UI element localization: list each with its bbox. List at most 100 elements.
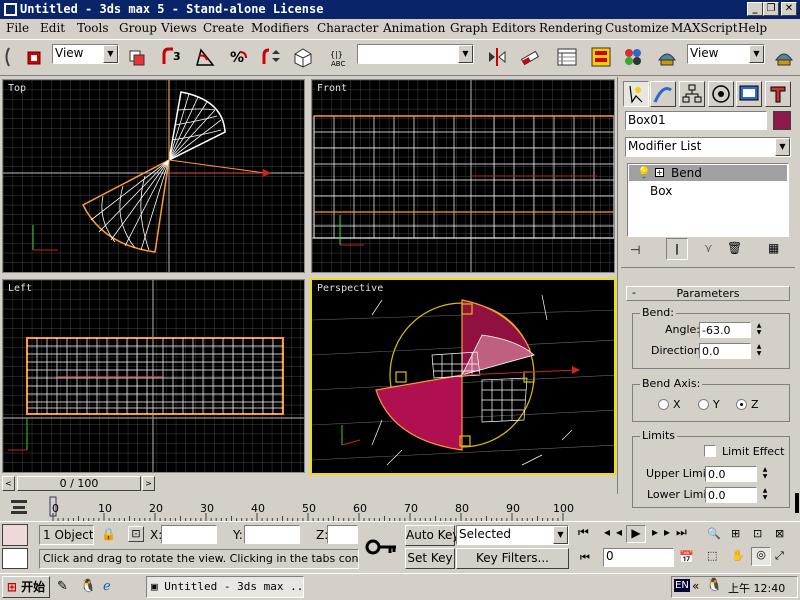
viewport-perspective[interactable]: Perspective bbox=[310, 278, 616, 475]
viewport-label-left[interactable]: Left bbox=[8, 283, 32, 294]
direction-input[interactable]: 0.0 bbox=[699, 343, 751, 359]
render-type-dropdown[interactable]: View ▼ bbox=[687, 44, 765, 64]
timeline-ruler[interactable] bbox=[46, 493, 616, 521]
chevron-down-icon[interactable]: ▼ bbox=[103, 45, 118, 63]
menu-help[interactable]: Help bbox=[738, 19, 767, 38]
spinner-snap-icon[interactable] bbox=[258, 44, 282, 70]
menu-views[interactable]: Views bbox=[161, 19, 197, 38]
minimize-button[interactable]: _ bbox=[747, 2, 763, 16]
axis-z-radio[interactable] bbox=[736, 399, 747, 410]
angle-input[interactable]: -63.0 bbox=[699, 322, 751, 338]
viewport-label-perspective[interactable]: Perspective bbox=[317, 283, 383, 294]
menu-rendering[interactable]: Rendering bbox=[539, 19, 603, 38]
quick-launch-icon[interactable]: ✎ bbox=[57, 579, 68, 594]
angle-snap-icon[interactable] bbox=[193, 44, 217, 70]
curve-editor-icon[interactable] bbox=[9, 496, 29, 516]
menu-file[interactable]: File bbox=[6, 19, 29, 38]
lightbulb-icon[interactable]: 💡 bbox=[637, 166, 651, 179]
lower-limit-spinner[interactable]: ▲ ▼ bbox=[760, 487, 770, 503]
key-mode-toggle-icon[interactable]: ⏮ bbox=[580, 551, 590, 565]
show-end-result-icon[interactable]: | bbox=[666, 238, 688, 260]
region-zoom-icon[interactable]: ⬚ bbox=[707, 549, 717, 562]
axis-x-radio[interactable] bbox=[658, 399, 669, 410]
key-mode-dropdown[interactable]: Selected ▼ bbox=[456, 525, 569, 545]
chevron-down-icon[interactable]: ▼ bbox=[775, 138, 790, 156]
ref-coord-dropdown[interactable]: View ▼ bbox=[52, 44, 119, 64]
viewport-label-front[interactable]: Front bbox=[317, 83, 347, 94]
remove-modifier-icon[interactable]: 🗑 bbox=[727, 241, 742, 255]
direction-spinner[interactable]: ▲ ▼ bbox=[754, 343, 764, 359]
x-coord-field[interactable] bbox=[161, 525, 217, 544]
snap-3d-icon[interactable]: 3 bbox=[160, 44, 184, 70]
current-frame-field[interactable]: 0 bbox=[603, 548, 674, 567]
viewport-label-top[interactable]: Top bbox=[8, 83, 26, 94]
lower-limit-input[interactable]: 0.0 bbox=[705, 487, 757, 503]
create-tab[interactable] bbox=[623, 81, 649, 107]
limit-effect-checkbox[interactable] bbox=[704, 445, 716, 457]
modifier-list-dropdown[interactable]: Modifier List ▼ bbox=[625, 137, 791, 157]
y-coord-field[interactable] bbox=[244, 525, 300, 544]
zoom-extents-all-icon[interactable]: ⊠ bbox=[775, 527, 784, 540]
arc-rotate-icon[interactable]: ◎ bbox=[751, 547, 771, 566]
absolute-mode-icon[interactable]: ⊡ bbox=[128, 526, 144, 542]
auto-key-button[interactable]: Auto Key bbox=[405, 525, 459, 546]
named-selection-icon[interactable] bbox=[291, 44, 315, 70]
zoom-icon[interactable]: 🔍 bbox=[707, 527, 721, 540]
upper-limit-input[interactable]: 0.0 bbox=[705, 466, 757, 482]
app-icon[interactable] bbox=[3, 2, 18, 17]
motion-tab[interactable] bbox=[708, 81, 734, 107]
menu-create[interactable]: Create bbox=[203, 19, 244, 38]
render-scene-icon[interactable] bbox=[655, 44, 679, 70]
restore-button[interactable]: ❐ bbox=[763, 2, 779, 16]
menu-edit[interactable]: Edit bbox=[40, 19, 65, 38]
menu-group[interactable]: Group bbox=[119, 19, 157, 38]
edit-named-selection-icon[interactable]: {|} ABC bbox=[328, 44, 352, 70]
chevron-left-icon[interactable]: « bbox=[692, 579, 699, 593]
ie-icon[interactable]: ℯ bbox=[103, 579, 111, 594]
select-object-icon[interactable] bbox=[22, 44, 46, 70]
language-indicator[interactable]: EN bbox=[674, 579, 690, 592]
material-editor-icon[interactable] bbox=[621, 44, 645, 70]
time-slider[interactable]: 0 / 100 bbox=[17, 476, 141, 491]
chevron-left-icon[interactable]: < bbox=[2, 476, 15, 491]
menu-maxscript[interactable]: MAXScript bbox=[671, 19, 738, 38]
maxscript-listener-white[interactable] bbox=[2, 548, 28, 569]
viewport-left[interactable]: Left bbox=[2, 279, 305, 473]
named-selection-dropdown[interactable]: ▼ bbox=[357, 44, 474, 64]
menu-graph-editors[interactable]: Graph Editors bbox=[450, 19, 536, 38]
z-coord-field[interactable] bbox=[327, 525, 358, 544]
track-view-icon[interactable] bbox=[555, 44, 579, 70]
stack-item-bend[interactable]: 💡 + Bend bbox=[629, 165, 787, 181]
utilities-tab[interactable] bbox=[765, 81, 791, 107]
zoom-extents-icon[interactable]: ⊡ bbox=[753, 527, 762, 540]
chevron-down-icon[interactable]: ▼ bbox=[553, 526, 568, 544]
pin-stack-icon[interactable]: ⊣ bbox=[630, 243, 640, 257]
configure-sets-icon[interactable]: ▦ bbox=[768, 241, 779, 255]
expand-plus-icon[interactable]: + bbox=[655, 168, 664, 177]
zoom-all-icon[interactable]: ⊞ bbox=[731, 527, 740, 540]
play-icon[interactable]: ▶ bbox=[626, 525, 646, 543]
display-tab[interactable] bbox=[736, 81, 762, 107]
key-filters-button[interactable]: Key Filters... bbox=[456, 548, 569, 569]
go-to-start-icon[interactable]: ⏮ bbox=[578, 525, 595, 540]
panel-scrollbar[interactable] bbox=[794, 275, 800, 515]
upper-limit-spinner[interactable]: ▲ ▼ bbox=[760, 466, 770, 482]
mirror-icon[interactable] bbox=[485, 44, 509, 70]
stack-item-box[interactable]: Box bbox=[650, 184, 672, 198]
viewport-front[interactable]: Front bbox=[311, 79, 615, 273]
maxscript-listener-pink[interactable] bbox=[2, 524, 28, 546]
task-button-3dsmax[interactable]: ▣ Untitled - 3ds max ... bbox=[146, 576, 304, 598]
viewport-top[interactable]: Top bbox=[2, 79, 305, 273]
qq-icon[interactable]: 🐧 bbox=[80, 579, 96, 594]
pivot-center-icon[interactable] bbox=[125, 44, 149, 70]
set-key-button[interactable]: Set Key bbox=[405, 548, 455, 569]
start-button[interactable]: ⊞ 开始 bbox=[2, 576, 50, 598]
close-button[interactable]: ✕ bbox=[781, 2, 797, 16]
menu-character[interactable]: Character bbox=[317, 19, 378, 38]
chevron-down-icon[interactable]: ▼ bbox=[458, 45, 473, 63]
modify-tab[interactable] bbox=[650, 81, 676, 107]
go-to-end-icon[interactable]: ⏭ bbox=[676, 525, 693, 540]
menu-tools[interactable]: Tools bbox=[77, 19, 109, 38]
make-unique-icon[interactable]: ⋎ bbox=[704, 241, 713, 255]
maximize-viewport-icon[interactable]: ⤢ bbox=[775, 549, 784, 563]
